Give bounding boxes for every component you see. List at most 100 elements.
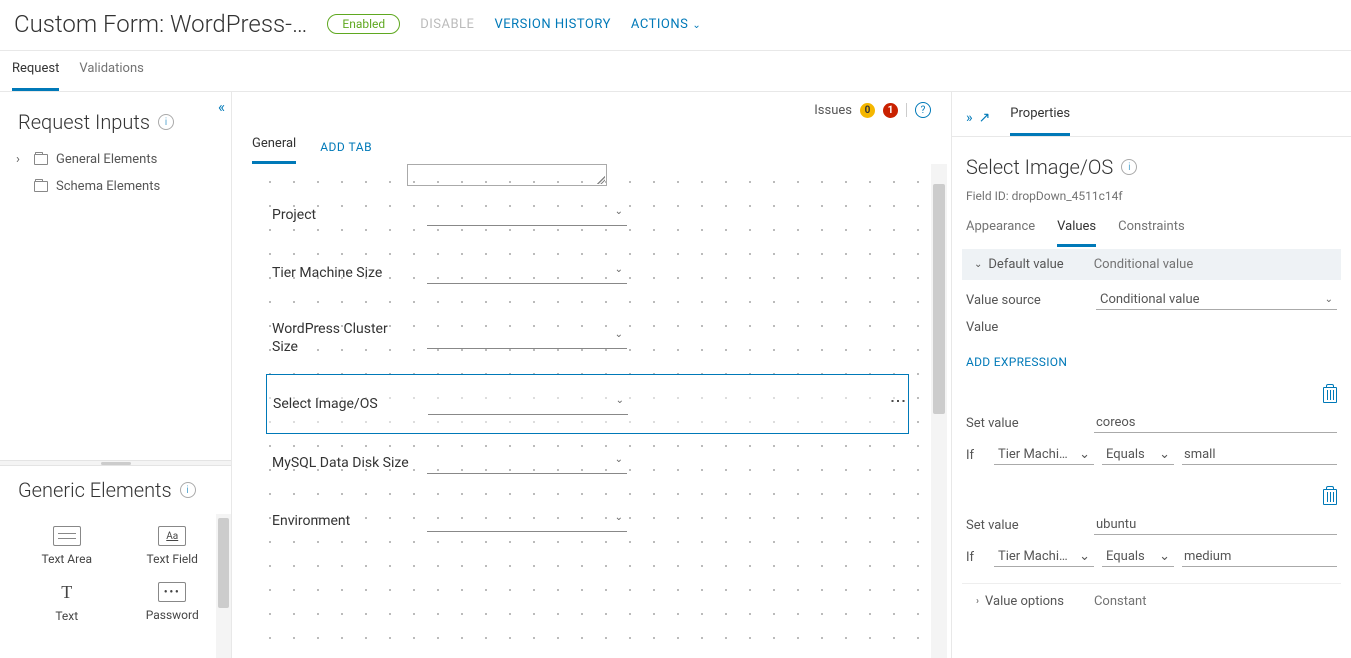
- chevron-down-icon: ⌄: [615, 454, 623, 465]
- chevron-down-icon: ⌄: [974, 259, 982, 270]
- left-scrollbar[interactable]: [216, 514, 231, 658]
- canvas-tab-general[interactable]: General: [252, 130, 296, 164]
- caret-icon: ›: [16, 152, 26, 167]
- generic-elements-section: Generic Elements i Text Area AaText Fiel…: [0, 466, 231, 658]
- right-panel: » ↗ Properties Select Image/OS i Field I…: [951, 92, 1351, 658]
- issues-label: Issues: [814, 103, 852, 118]
- tree-schema-elements[interactable]: Schema Elements: [12, 173, 219, 200]
- cond-value-input[interactable]: small: [1182, 445, 1337, 465]
- field-wordpress-cluster-size[interactable]: WordPress Cluster Size ⌄: [252, 302, 923, 374]
- password-icon: •••: [158, 582, 186, 602]
- cond-field-select[interactable]: Tier Machi…⌄: [994, 445, 1094, 465]
- generic-elements-grid: Text Area AaText Field TText •••Password: [0, 514, 231, 635]
- actions-menu[interactable]: ACTIONS⌄: [631, 17, 701, 32]
- right-panel-header: » ↗ Properties: [952, 92, 1351, 137]
- canvas-scrollbar[interactable]: [931, 164, 947, 658]
- image-os-dropdown[interactable]: ⌄: [428, 393, 628, 415]
- environment-dropdown[interactable]: ⌄: [427, 510, 627, 532]
- inputs-tree: › General Elements Schema Elements: [0, 146, 231, 460]
- set-value-input[interactable]: ubuntu: [1094, 515, 1337, 535]
- expression-1: Set value coreos If Tier Machi…⌄ Equals⌄…: [962, 379, 1341, 481]
- info-icon[interactable]: i: [180, 482, 196, 498]
- enabled-badge: Enabled: [327, 14, 400, 34]
- cond-value-input[interactable]: medium: [1182, 547, 1337, 567]
- properties-body: Select Image/OS i Field ID: dropDown_451…: [952, 137, 1351, 658]
- fullscreen-icon[interactable]: ↗: [979, 110, 991, 126]
- tab-properties[interactable]: Properties: [1010, 100, 1070, 136]
- elem-text-field[interactable]: AaText Field: [120, 518, 226, 574]
- property-tabs: Appearance Values Constraints: [962, 213, 1341, 247]
- textfield-icon: Aa: [158, 526, 186, 546]
- accordion-value-options[interactable]: ›Value options Constant: [962, 583, 1341, 619]
- folder-icon: [34, 154, 48, 165]
- prop-tab-appearance[interactable]: Appearance: [966, 213, 1035, 247]
- chevron-down-icon: ⌄: [615, 264, 623, 275]
- chevron-down-icon: ⌄: [1159, 447, 1170, 462]
- wp-cluster-dropdown[interactable]: ⌄: [427, 327, 627, 349]
- tree-general-elements[interactable]: › General Elements: [12, 146, 219, 173]
- delete-expression-icon[interactable]: [1323, 387, 1337, 403]
- add-expression-button[interactable]: ADD EXPRESSION: [962, 345, 1341, 379]
- elem-text-area[interactable]: Text Area: [14, 518, 120, 574]
- chevron-right-icon: ›: [976, 596, 979, 607]
- prop-tab-constraints[interactable]: Constraints: [1118, 213, 1185, 247]
- page-header: Custom Form: WordPress-… Enabled DISABLE…: [0, 0, 1351, 51]
- issues-warning-badge[interactable]: 0: [860, 103, 875, 118]
- kebab-menu-icon[interactable]: ⋮: [894, 393, 902, 408]
- workspace: « Request Inputs i › General Elements Sc…: [0, 92, 1351, 658]
- tier-size-dropdown[interactable]: ⌄: [427, 262, 627, 284]
- tab-request[interactable]: Request: [12, 51, 59, 91]
- canvas-issues-bar: Issues 0 1 ?: [232, 92, 951, 118]
- disable-button[interactable]: DISABLE: [420, 17, 474, 32]
- chevron-down-icon: ⌄: [1325, 294, 1333, 305]
- chevron-down-icon: ⌄: [1159, 549, 1170, 564]
- cond-field-select[interactable]: Tier Machi…⌄: [994, 547, 1094, 567]
- selected-field-title: Select Image/OS i: [962, 151, 1341, 189]
- project-dropdown[interactable]: ⌄: [427, 204, 627, 226]
- divider: [906, 103, 907, 117]
- chevron-down-icon: ⌄: [616, 395, 624, 406]
- value-source-select[interactable]: Conditional value⌄: [1096, 290, 1337, 310]
- delete-expression-icon[interactable]: [1323, 489, 1337, 505]
- info-icon[interactable]: i: [158, 114, 174, 130]
- set-value-input[interactable]: coreos: [1094, 413, 1337, 433]
- tab-validations[interactable]: Validations: [79, 51, 144, 91]
- elem-password[interactable]: •••Password: [120, 574, 226, 631]
- canvas-panel: Issues 0 1 ? General ADD TAB Project ⌄ T…: [232, 92, 951, 658]
- cond-op-select[interactable]: Equals⌄: [1102, 547, 1174, 567]
- add-tab-button[interactable]: ADD TAB: [320, 140, 372, 154]
- request-inputs-title: Request Inputs i: [0, 92, 231, 146]
- canvas-body[interactable]: Project ⌄ Tier Machine Size ⌄ WordPress …: [252, 164, 947, 658]
- chevron-down-icon: ⌄: [615, 206, 623, 217]
- field-environment[interactable]: Environment ⌄: [252, 492, 923, 550]
- value-row: Value: [962, 320, 1341, 345]
- generic-elements-title: Generic Elements i: [0, 466, 231, 514]
- help-icon[interactable]: ?: [915, 102, 931, 118]
- chevron-down-icon: ⌄: [615, 512, 623, 523]
- panel-divider[interactable]: [0, 460, 231, 466]
- canvas-tabs: General ADD TAB: [232, 118, 951, 164]
- collapse-left-icon[interactable]: «: [218, 98, 225, 116]
- version-history-button[interactable]: VERSION HISTORY: [494, 17, 610, 32]
- chevron-down-icon: ⌄: [692, 20, 701, 31]
- field-project[interactable]: Project ⌄: [252, 186, 923, 244]
- expand-right-icon[interactable]: »: [966, 110, 973, 126]
- expression-2: Set value ubuntu If Tier Machi…⌄ Equals⌄…: [962, 481, 1341, 583]
- field-tier-machine-size[interactable]: Tier Machine Size ⌄: [252, 244, 923, 302]
- field-mysql-data-disk-size[interactable]: MySQL Data Disk Size ⌄: [252, 434, 923, 492]
- prop-tab-values[interactable]: Values: [1057, 213, 1096, 247]
- page-title: Custom Form: WordPress-…: [14, 10, 307, 38]
- accordion-default-value[interactable]: ⌄Default value Conditional value: [962, 249, 1341, 280]
- chevron-down-icon: ⌄: [1079, 447, 1090, 462]
- field-id-label: Field ID: dropDown_4511c14f: [962, 189, 1341, 213]
- elem-text[interactable]: TText: [14, 574, 120, 631]
- issues-error-badge[interactable]: 1: [883, 103, 898, 118]
- description-textarea[interactable]: [407, 164, 607, 186]
- field-select-image-os-selected[interactable]: ⋮ Select Image/OS ⌄: [266, 374, 909, 434]
- chevron-down-icon: ⌄: [1079, 549, 1090, 564]
- info-icon[interactable]: i: [1121, 159, 1137, 175]
- resize-handle-icon[interactable]: [597, 176, 605, 184]
- cond-op-select[interactable]: Equals⌄: [1102, 445, 1174, 465]
- folder-icon: [34, 181, 48, 192]
- mysql-disk-dropdown[interactable]: ⌄: [427, 452, 627, 474]
